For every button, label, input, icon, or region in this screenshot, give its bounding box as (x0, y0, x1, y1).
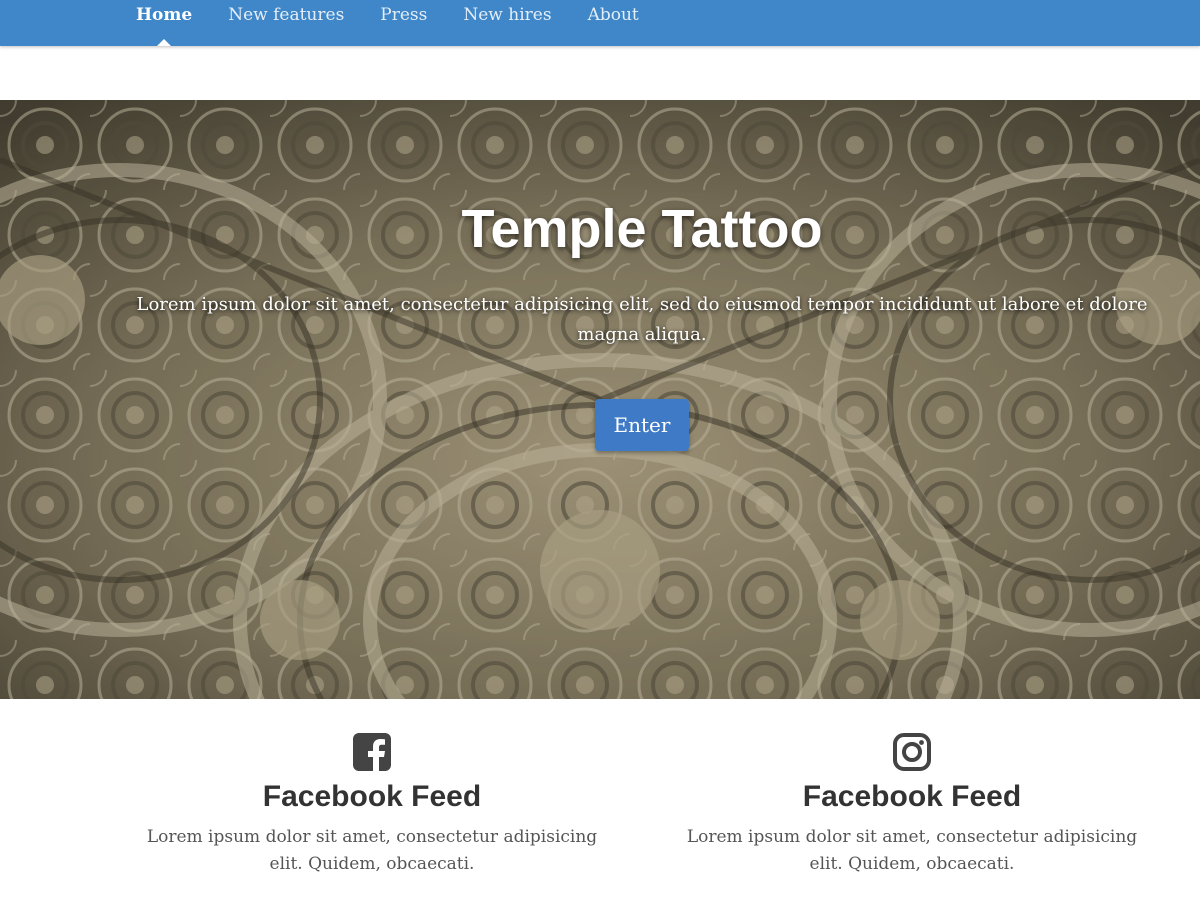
nav-menu: Home New features Press New hires About (118, 0, 657, 46)
top-navbar: Home New features Press New hires About (0, 0, 1200, 46)
facebook-feed-panel: Facebook Feed Lorem ipsum dolor sit amet… (132, 732, 612, 878)
nav-item-about[interactable]: About (570, 0, 657, 46)
instagram-feed-panel: Facebook Feed Lorem ipsum dolor sit amet… (672, 732, 1152, 878)
feed-title: Facebook Feed (262, 780, 482, 813)
nav-item-home[interactable]: Home (118, 0, 210, 46)
feed-description: Lorem ipsum dolor sit amet, consectetur … (686, 827, 1138, 874)
hero-section: Temple Tattoo Lorem ipsum dolor sit amet… (0, 100, 1200, 699)
facebook-icon[interactable] (352, 732, 392, 772)
nav-item-press[interactable]: Press (362, 0, 445, 46)
feed-title: Facebook Feed (802, 780, 1022, 813)
enter-button[interactable]: Enter (595, 399, 689, 451)
instagram-icon[interactable] (892, 732, 932, 772)
nav-item-new-hires[interactable]: New hires (445, 0, 569, 46)
hero-title: Temple Tattoo (461, 199, 823, 259)
nav-item-new-features[interactable]: New features (210, 0, 362, 46)
hero-description: Lorem ipsum dolor sit amet, consectetur … (136, 294, 1148, 345)
feed-description: Lorem ipsum dolor sit amet, consectetur … (146, 827, 598, 874)
